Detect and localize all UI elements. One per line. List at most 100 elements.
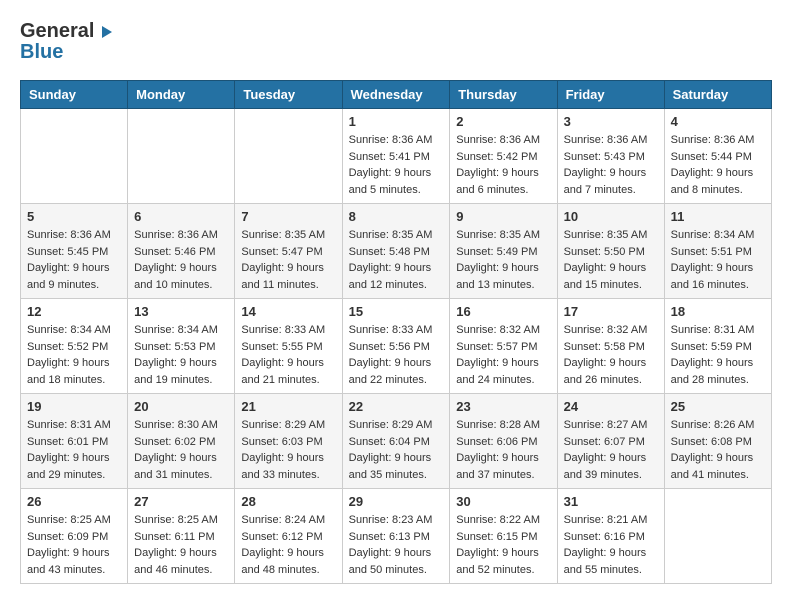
calendar-day-cell: 18 Sunrise: 8:31 AM Sunset: 5:59 PM Dayli… bbox=[664, 299, 771, 394]
day-number: 1 bbox=[349, 114, 444, 129]
calendar-day-cell: 28 Sunrise: 8:24 AM Sunset: 6:12 PM Dayli… bbox=[235, 489, 342, 584]
calendar-week-row: 19 Sunrise: 8:31 AM Sunset: 6:01 PM Dayli… bbox=[21, 394, 772, 489]
day-info: Sunrise: 8:35 AM Sunset: 5:49 PM Dayligh… bbox=[456, 227, 550, 293]
day-info: Sunrise: 8:36 AM Sunset: 5:42 PM Dayligh… bbox=[456, 132, 550, 198]
logo-blue-text: Blue bbox=[20, 41, 63, 64]
day-info: Sunrise: 8:29 AM Sunset: 6:03 PM Dayligh… bbox=[241, 417, 335, 483]
day-info: Sunrise: 8:31 AM Sunset: 5:59 PM Dayligh… bbox=[671, 322, 765, 388]
day-info: Sunrise: 8:25 AM Sunset: 6:11 PM Dayligh… bbox=[134, 512, 228, 578]
day-info: Sunrise: 8:22 AM Sunset: 6:15 PM Dayligh… bbox=[456, 512, 550, 578]
day-number: 29 bbox=[349, 494, 444, 509]
calendar-day-cell: 21 Sunrise: 8:29 AM Sunset: 6:03 PM Dayli… bbox=[235, 394, 342, 489]
day-info: Sunrise: 8:34 AM Sunset: 5:52 PM Dayligh… bbox=[27, 322, 121, 388]
day-info: Sunrise: 8:28 AM Sunset: 6:06 PM Dayligh… bbox=[456, 417, 550, 483]
weekday-header: Sunday bbox=[21, 81, 128, 109]
day-info: Sunrise: 8:24 AM Sunset: 6:12 PM Dayligh… bbox=[241, 512, 335, 578]
calendar-day-cell: 5Sunrise: 8:36 AM Sunset: 5:45 PM Daylig… bbox=[21, 204, 128, 299]
calendar-day-cell: 15 Sunrise: 8:33 AM Sunset: 5:56 PM Dayli… bbox=[342, 299, 450, 394]
day-info: Sunrise: 8:32 AM Sunset: 5:57 PM Dayligh… bbox=[456, 322, 550, 388]
calendar-table: SundayMondayTuesdayWednesdayThursdayFrid… bbox=[20, 80, 772, 584]
day-number: 18 bbox=[671, 304, 765, 319]
day-number: 31 bbox=[564, 494, 658, 509]
calendar-day-cell: 31 Sunrise: 8:21 AM Sunset: 6:16 PM Dayli… bbox=[557, 489, 664, 584]
calendar-week-row: 1 Sunrise: 8:36 AM Sunset: 5:41 PM Daylig… bbox=[21, 109, 772, 204]
day-number: 27 bbox=[134, 494, 228, 509]
day-info: Sunrise: 8:25 AM Sunset: 6:09 PM Dayligh… bbox=[27, 512, 121, 578]
day-number: 4 bbox=[671, 114, 765, 129]
day-number: 9 bbox=[456, 209, 550, 224]
day-info: Sunrise: 8:26 AM Sunset: 6:08 PM Dayligh… bbox=[671, 417, 765, 483]
day-number: 25 bbox=[671, 399, 765, 414]
calendar-header-row: SundayMondayTuesdayWednesdayThursdayFrid… bbox=[21, 81, 772, 109]
day-number: 20 bbox=[134, 399, 228, 414]
calendar-day-cell: 12 Sunrise: 8:34 AM Sunset: 5:52 PM Dayli… bbox=[21, 299, 128, 394]
calendar-day-cell bbox=[21, 109, 128, 204]
calendar-day-cell: 25 Sunrise: 8:26 AM Sunset: 6:08 PM Dayli… bbox=[664, 394, 771, 489]
calendar-day-cell: 11 Sunrise: 8:34 AM Sunset: 5:51 PM Dayli… bbox=[664, 204, 771, 299]
day-info: Sunrise: 8:36 AM Sunset: 5:41 PM Dayligh… bbox=[349, 132, 444, 198]
day-number: 13 bbox=[134, 304, 228, 319]
calendar-day-cell: 16 Sunrise: 8:32 AM Sunset: 5:57 PM Dayli… bbox=[450, 299, 557, 394]
day-number: 19 bbox=[27, 399, 121, 414]
calendar-day-cell bbox=[128, 109, 235, 204]
calendar-day-cell: 26 Sunrise: 8:25 AM Sunset: 6:09 PM Dayli… bbox=[21, 489, 128, 584]
calendar-week-row: 26 Sunrise: 8:25 AM Sunset: 6:09 PM Dayli… bbox=[21, 489, 772, 584]
day-number: 7 bbox=[241, 209, 335, 224]
day-number: 26 bbox=[27, 494, 121, 509]
weekday-header: Friday bbox=[557, 81, 664, 109]
calendar-day-cell: 17Sunrise: 8:32 AM Sunset: 5:58 PM Dayli… bbox=[557, 299, 664, 394]
day-number: 23 bbox=[456, 399, 550, 414]
day-number: 11 bbox=[671, 209, 765, 224]
calendar-day-cell: 9 Sunrise: 8:35 AM Sunset: 5:49 PM Daylig… bbox=[450, 204, 557, 299]
day-number: 28 bbox=[241, 494, 335, 509]
day-info: Sunrise: 8:34 AM Sunset: 5:51 PM Dayligh… bbox=[671, 227, 765, 293]
day-number: 16 bbox=[456, 304, 550, 319]
calendar-day-cell: 27 Sunrise: 8:25 AM Sunset: 6:11 PM Dayli… bbox=[128, 489, 235, 584]
day-number: 5 bbox=[27, 209, 121, 224]
logo-arrow-icon bbox=[96, 22, 116, 42]
day-number: 14 bbox=[241, 304, 335, 319]
weekday-header: Tuesday bbox=[235, 81, 342, 109]
day-info: Sunrise: 8:31 AM Sunset: 6:01 PM Dayligh… bbox=[27, 417, 121, 483]
weekday-header: Wednesday bbox=[342, 81, 450, 109]
page-header: General Blue bbox=[20, 20, 772, 64]
day-number: 22 bbox=[349, 399, 444, 414]
calendar-day-cell: 13 Sunrise: 8:34 AM Sunset: 5:53 PM Dayli… bbox=[128, 299, 235, 394]
logo-general-text: General bbox=[20, 20, 94, 43]
calendar-day-cell: 8Sunrise: 8:35 AM Sunset: 5:48 PM Daylig… bbox=[342, 204, 450, 299]
day-number: 21 bbox=[241, 399, 335, 414]
calendar-day-cell: 23 Sunrise: 8:28 AM Sunset: 6:06 PM Dayli… bbox=[450, 394, 557, 489]
day-number: 2 bbox=[456, 114, 550, 129]
calendar-day-cell: 14Sunrise: 8:33 AM Sunset: 5:55 PM Dayli… bbox=[235, 299, 342, 394]
calendar-day-cell: 3Sunrise: 8:36 AM Sunset: 5:43 PM Daylig… bbox=[557, 109, 664, 204]
calendar-day-cell: 10 Sunrise: 8:35 AM Sunset: 5:50 PM Dayli… bbox=[557, 204, 664, 299]
day-number: 3 bbox=[564, 114, 658, 129]
calendar-day-cell: 24 Sunrise: 8:27 AM Sunset: 6:07 PM Dayli… bbox=[557, 394, 664, 489]
weekday-header: Thursday bbox=[450, 81, 557, 109]
calendar-day-cell: 4 Sunrise: 8:36 AM Sunset: 5:44 PM Daylig… bbox=[664, 109, 771, 204]
day-info: Sunrise: 8:36 AM Sunset: 5:44 PM Dayligh… bbox=[671, 132, 765, 198]
day-number: 12 bbox=[27, 304, 121, 319]
day-info: Sunrise: 8:30 AM Sunset: 6:02 PM Dayligh… bbox=[134, 417, 228, 483]
day-info: Sunrise: 8:34 AM Sunset: 5:53 PM Dayligh… bbox=[134, 322, 228, 388]
calendar-day-cell: 1 Sunrise: 8:36 AM Sunset: 5:41 PM Daylig… bbox=[342, 109, 450, 204]
weekday-header: Monday bbox=[128, 81, 235, 109]
calendar-day-cell: 29 Sunrise: 8:23 AM Sunset: 6:13 PM Dayli… bbox=[342, 489, 450, 584]
calendar-day-cell bbox=[235, 109, 342, 204]
calendar-day-cell: 19 Sunrise: 8:31 AM Sunset: 6:01 PM Dayli… bbox=[21, 394, 128, 489]
calendar-week-row: 12 Sunrise: 8:34 AM Sunset: 5:52 PM Dayli… bbox=[21, 299, 772, 394]
calendar-week-row: 5Sunrise: 8:36 AM Sunset: 5:45 PM Daylig… bbox=[21, 204, 772, 299]
day-info: Sunrise: 8:29 AM Sunset: 6:04 PM Dayligh… bbox=[349, 417, 444, 483]
day-number: 10 bbox=[564, 209, 658, 224]
logo: General Blue bbox=[20, 20, 116, 64]
calendar-day-cell: 20 Sunrise: 8:30 AM Sunset: 6:02 PM Dayli… bbox=[128, 394, 235, 489]
day-number: 30 bbox=[456, 494, 550, 509]
calendar-day-cell: 6Sunrise: 8:36 AM Sunset: 5:46 PM Daylig… bbox=[128, 204, 235, 299]
day-info: Sunrise: 8:27 AM Sunset: 6:07 PM Dayligh… bbox=[564, 417, 658, 483]
day-info: Sunrise: 8:33 AM Sunset: 5:56 PM Dayligh… bbox=[349, 322, 444, 388]
day-number: 15 bbox=[349, 304, 444, 319]
day-info: Sunrise: 8:23 AM Sunset: 6:13 PM Dayligh… bbox=[349, 512, 444, 578]
day-info: Sunrise: 8:35 AM Sunset: 5:50 PM Dayligh… bbox=[564, 227, 658, 293]
day-info: Sunrise: 8:21 AM Sunset: 6:16 PM Dayligh… bbox=[564, 512, 658, 578]
day-number: 24 bbox=[564, 399, 658, 414]
